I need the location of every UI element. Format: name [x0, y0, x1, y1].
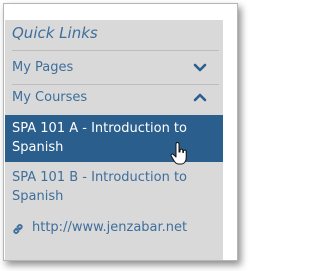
nav-divider	[12, 84, 219, 85]
nav-item-my-courses[interactable]: My Courses	[12, 90, 219, 110]
chevron-up-icon[interactable]	[193, 92, 207, 102]
hand-pointer-cursor-icon	[170, 142, 187, 165]
course-item-spa-101-b[interactable]: SPA 101 B - Introduction to Spanish	[12, 170, 219, 208]
quick-links-title: Quick Links	[12, 24, 98, 42]
chevron-down-icon[interactable]	[193, 63, 207, 73]
quick-links-window: Quick Links My Pages My Courses SPA 101 …	[3, 3, 238, 261]
nav-item-my-pages-label: My Pages	[12, 60, 74, 75]
nav-item-my-courses-label: My Courses	[12, 90, 88, 105]
external-link-label: http://www.jenzabar.net	[32, 220, 188, 235]
course-item-spa-101-a[interactable]: SPA 101 A - Introduction to Spanish	[5, 115, 223, 162]
course-item-title-cont: Spanish	[12, 189, 64, 204]
title-divider	[12, 50, 219, 51]
link-icon	[13, 224, 23, 234]
course-item-title: SPA 101 B - Introduction to	[12, 170, 188, 185]
course-item-title: SPA 101 A - Introduction to	[12, 121, 187, 136]
nav-item-my-pages[interactable]: My Pages	[12, 60, 219, 80]
external-link-jenzabar[interactable]: http://www.jenzabar.net	[12, 220, 219, 240]
course-item-title-cont: Spanish	[12, 140, 64, 155]
